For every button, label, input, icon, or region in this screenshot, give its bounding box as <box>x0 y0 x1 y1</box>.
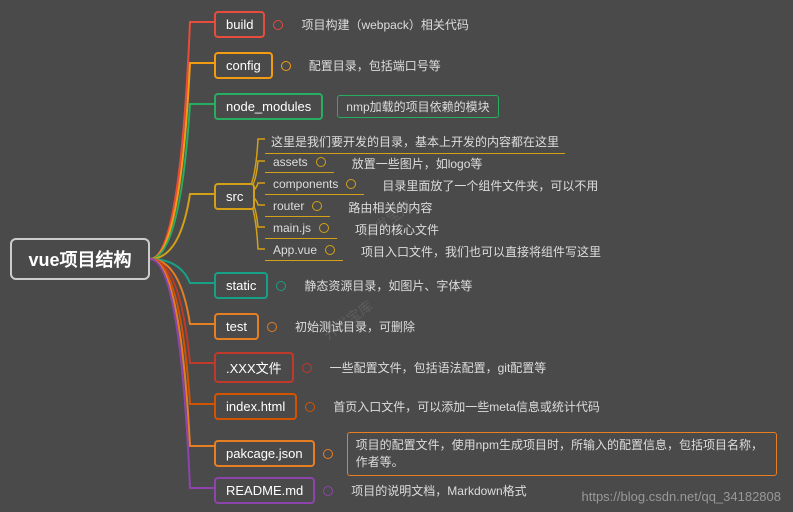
branch-node-modules[interactable]: node_modules nmp加载的项目依赖的模块 <box>214 93 499 120</box>
collapse-dot[interactable] <box>276 281 286 291</box>
collapse-dot[interactable] <box>312 201 322 211</box>
branch-readme[interactable]: README.md 项目的说明文档，Markdown格式 <box>214 477 527 504</box>
index-desc: 首页入口文件，可以添加一些meta信息或统计代码 <box>333 398 600 415</box>
collapse-dot[interactable] <box>273 20 283 30</box>
branch-package[interactable]: pakcage.json 项目的配置文件，使用npm生成项目时，所输入的配置信息… <box>214 432 777 476</box>
collapse-dot[interactable] <box>319 223 329 233</box>
source-url: https://blog.csdn.net/qq_34182808 <box>582 489 782 504</box>
collapse-dot[interactable] <box>267 322 277 332</box>
node-modules-sub[interactable]: nmp加载的项目依赖的模块 <box>337 95 498 118</box>
build-desc: 项目构建（webpack）相关代码 <box>301 16 468 33</box>
collapse-dot[interactable] <box>316 157 326 167</box>
collapse-dot[interactable] <box>323 486 333 496</box>
xxx-desc: 一些配置文件，包括语法配置，git配置等 <box>330 359 547 376</box>
branch-static[interactable]: static 静态资源目录，如图片、字体等 <box>214 272 472 299</box>
src-header-desc: 这里是我们要开发的目录，基本上开发的内容都在这里 <box>265 131 565 154</box>
root-node[interactable]: vue项目结构 <box>10 238 150 280</box>
branch-test[interactable]: test 初始测试目录，可删除 <box>214 313 415 340</box>
package-node[interactable]: pakcage.json <box>214 440 315 467</box>
collapse-dot[interactable] <box>346 179 356 189</box>
branch-src[interactable]: src <box>214 183 255 210</box>
config-node[interactable]: config <box>214 52 273 79</box>
branch-index[interactable]: index.html 首页入口文件，可以添加一些meta信息或统计代码 <box>214 393 600 420</box>
package-desc: 项目的配置文件，使用npm生成项目时，所输入的配置信息，包括项目名称，作者等。 <box>347 432 777 476</box>
xxx-node[interactable]: .XXX文件 <box>214 352 294 383</box>
collapse-dot[interactable] <box>323 449 333 459</box>
build-node[interactable]: build <box>214 11 265 38</box>
root-label: vue项目结构 <box>28 246 131 272</box>
collapse-dot[interactable] <box>281 61 291 71</box>
config-desc: 配置目录，包括端口号等 <box>309 57 441 74</box>
node-modules-node[interactable]: node_modules <box>214 93 323 120</box>
test-desc: 初始测试目录，可删除 <box>295 318 415 335</box>
collapse-dot[interactable] <box>305 402 315 412</box>
src-child-components[interactable]: components 目录里面放了一个组件文件夹，可以不用 <box>265 175 598 195</box>
collapse-dot[interactable] <box>325 245 335 255</box>
collapse-dot[interactable] <box>302 363 312 373</box>
branch-build[interactable]: build 项目构建（webpack）相关代码 <box>214 11 469 38</box>
static-desc: 静态资源目录，如图片、字体等 <box>304 277 472 294</box>
branch-xxx[interactable]: .XXX文件 一些配置文件，包括语法配置，git配置等 <box>214 352 546 383</box>
test-node[interactable]: test <box>214 313 259 340</box>
readme-desc: 项目的说明文档，Markdown格式 <box>351 482 526 499</box>
branch-config[interactable]: config 配置目录，包括端口号等 <box>214 52 441 79</box>
src-child-assets[interactable]: assets 放置一些图片，如logo等 <box>265 153 482 173</box>
src-node[interactable]: src <box>214 183 255 210</box>
readme-node[interactable]: README.md <box>214 477 315 504</box>
static-node[interactable]: static <box>214 272 268 299</box>
src-child-appvue[interactable]: App.vue 项目入口文件，我们也可以直接将组件写这里 <box>265 241 601 261</box>
index-node[interactable]: index.html <box>214 393 297 420</box>
src-child-router[interactable]: router 路由相关的内容 <box>265 197 432 217</box>
src-child-mainjs[interactable]: main.js 项目的核心文件 <box>265 219 439 239</box>
